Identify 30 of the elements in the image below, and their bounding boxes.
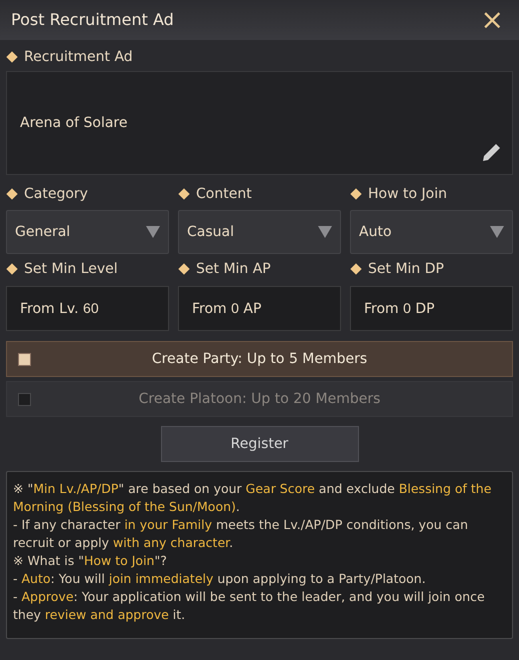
caret-icon [318,226,332,238]
close-button[interactable]: × [476,6,508,34]
field-label: Set Min Level [24,260,118,278]
dropdown[interactable]: General [6,210,169,254]
note-text: ※ What is "How to Join"? [13,552,168,570]
note-text: - Approve: Your application will be sent to the leader, and you will join once they review and approve it. [13,588,486,624]
register-button[interactable]: Register [160,426,358,462]
pencil-icon[interactable] [480,142,502,164]
note-text: ※ "Min Lv./AP/DP" are based on your Gear Score and exclude Blessing of the Morning (Blessing of the Sun/Moon). [13,480,492,516]
field-label: Content [196,184,252,204]
field-label: Category [24,184,88,204]
dropdown[interactable]: Auto [350,210,513,254]
window-title: Post Recruitment Ad [11,9,174,31]
input-field[interactable]: From 0 AP [178,286,341,331]
field-label: How to Join [368,184,447,204]
checkbox[interactable] [18,352,31,366]
caret-icon [146,226,160,238]
input-field[interactable]: From 0 DP [350,286,513,331]
field-label: Set Min AP [196,260,271,278]
field-label: Set Min DP [368,260,444,278]
note-text: - Auto: You will join immediately upon applying to a Party/Platoon. [13,570,427,588]
dropdown[interactable]: Casual [178,210,341,254]
caret-icon [490,226,504,238]
ad-text-field[interactable]: Arena of Solare [6,71,513,175]
checkbox[interactable] [18,392,31,406]
group-option[interactable]: Create Party: Up to 5 Members [6,341,513,377]
input-field[interactable]: From Lv. 60 [6,286,169,331]
field-label: Recruitment Ad [24,48,133,66]
group-option[interactable]: Create Platoon: Up to 20 Members [6,381,513,417]
note-text: - If any character in your Family meets the Lv./AP/DP conditions, you can recruit or apply with any character. [13,516,470,552]
